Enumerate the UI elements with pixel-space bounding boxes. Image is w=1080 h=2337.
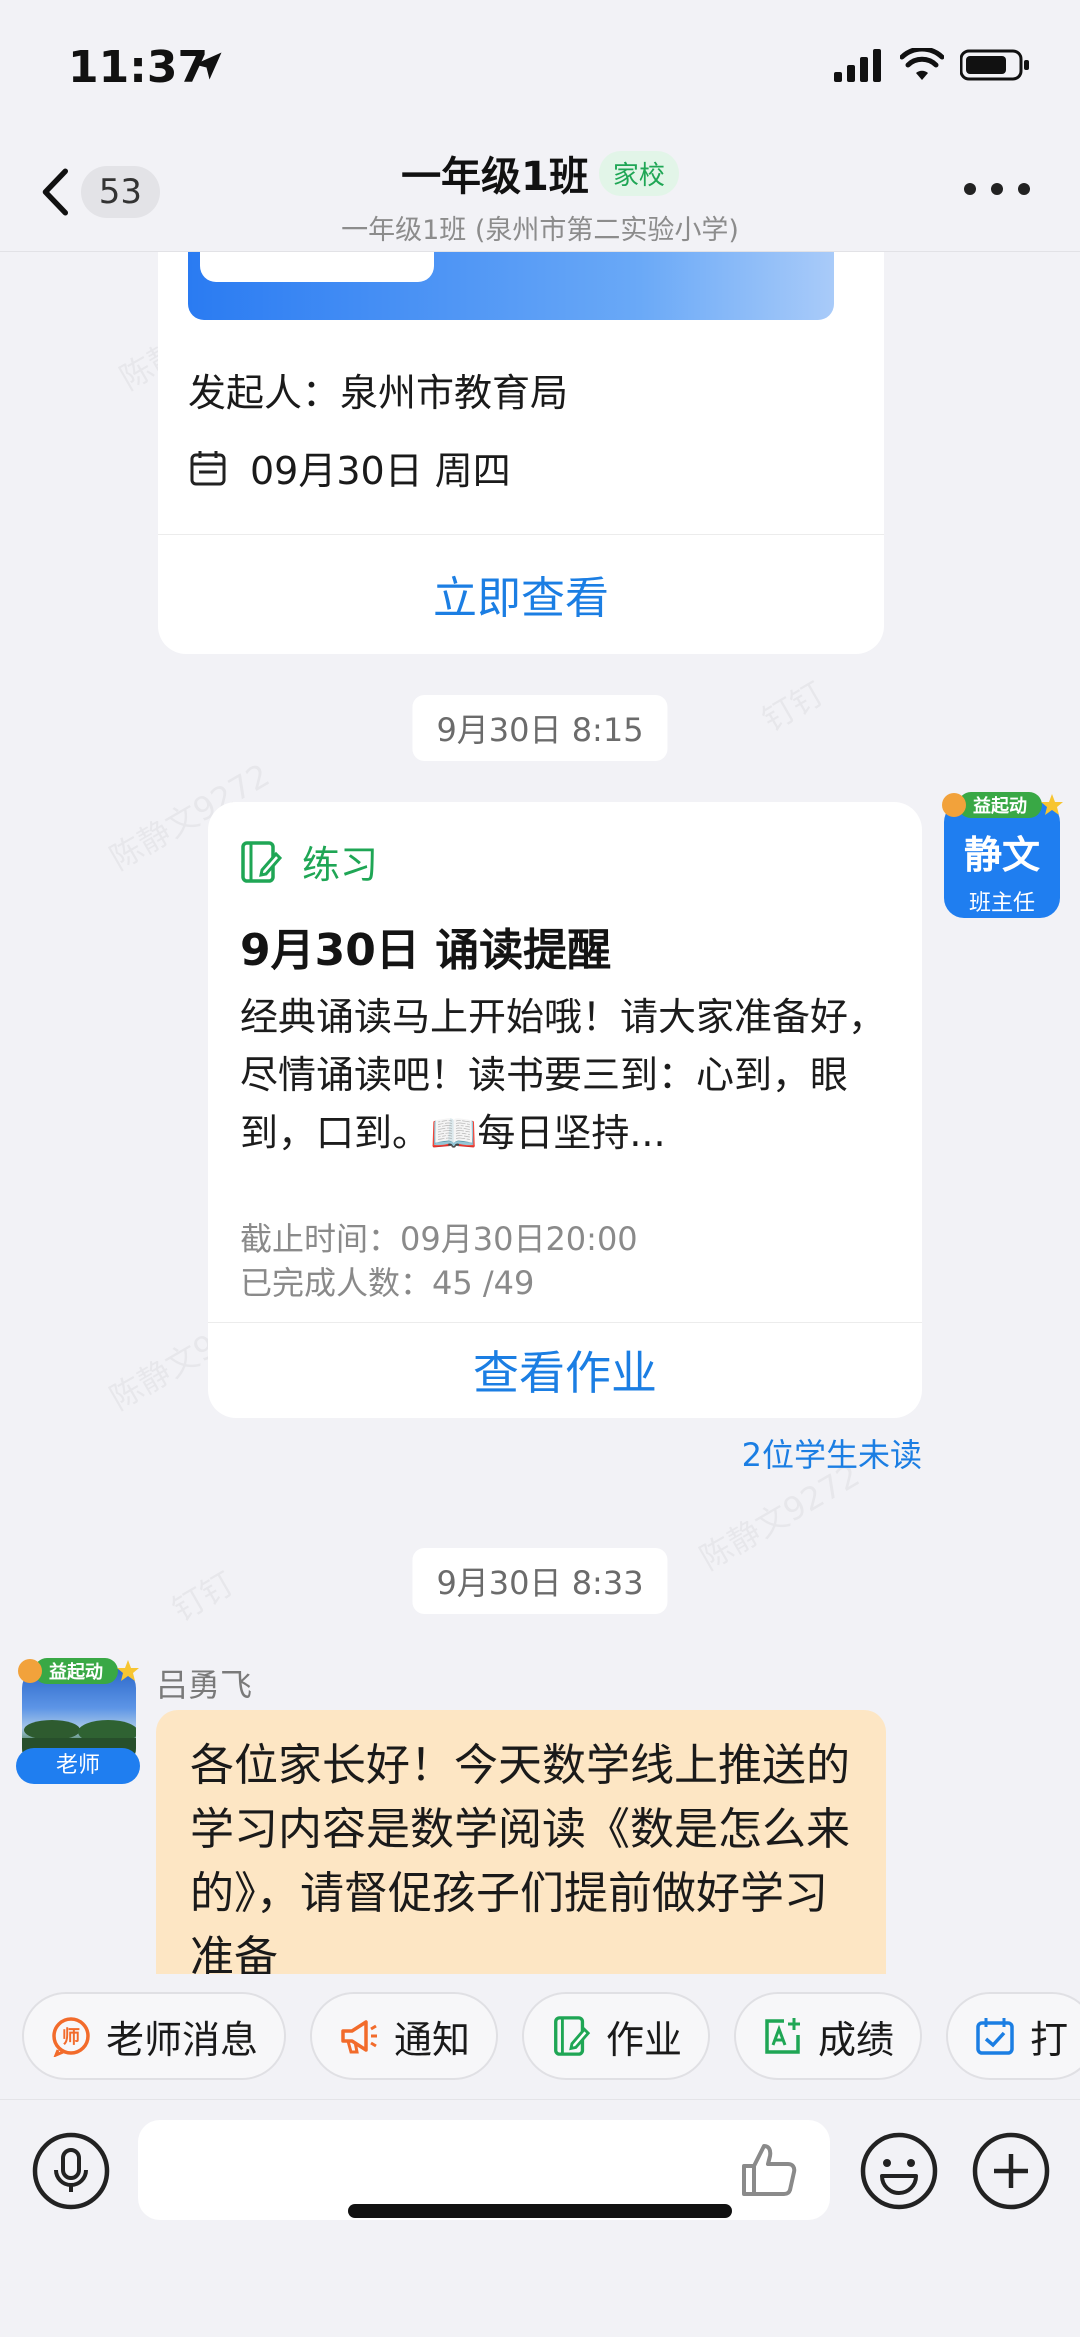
homework-type: 练习 [302, 843, 379, 887]
home-indicator [348, 2204, 732, 2218]
teacher-icon: 师 [52, 2017, 90, 2057]
battery-icon [960, 49, 1029, 81]
checkin-icon [976, 2018, 1014, 2055]
emoji-icon[interactable] [858, 2130, 940, 2212]
cellular-signal-icon [834, 49, 881, 82]
quick-action-checkin[interactable]: 打 [946, 1992, 1080, 2080]
megaphone-icon [341, 2020, 378, 2054]
charity-badge-icon: 益起动 [18, 1658, 139, 1684]
svg-text:益起动: 益起动 [973, 795, 1027, 817]
message-timestamp: 9月30日 8:33 [412, 1548, 668, 1614]
chat-messages[interactable]: 陈静文9272 陈静文9272 陈静文9272 钉钉 陈静文9272 陈静文92… [0, 252, 1080, 1974]
chat-header: 53 一年级1班 家校 一年级1班 (泉州市第二实验小学) [0, 130, 1080, 252]
quick-action-label: 通知 [394, 2017, 471, 2062]
activity-banner [188, 252, 834, 320]
message-input-bar [0, 2100, 1080, 2337]
quick-action-teacher-message[interactable]: 师 老师消息 [22, 1992, 287, 2080]
sender-avatar[interactable]: 益起动 老师 [14, 1652, 142, 1784]
chat-title-area[interactable]: 一年级1班 家校 一年级1班 (泉州市第二实验小学) [0, 144, 1080, 247]
homework-title: 9月30日 诵读提醒 [240, 925, 612, 976]
message-timestamp: 9月30日 8:15 [412, 695, 668, 761]
view-homework-button[interactable]: 查看作业 [208, 1322, 922, 1418]
microphone-icon[interactable] [30, 2130, 112, 2212]
chat-title: 一年级1班 [401, 154, 589, 200]
quick-action-label: 作业 [606, 2017, 683, 2062]
calendar-icon [190, 450, 226, 485]
activity-card[interactable]: 发起人：泉州市教育局 09月30日 周四 立即查看 [158, 252, 884, 654]
thumbs-up-icon[interactable] [738, 2138, 802, 2202]
quick-action-label: 打 [1030, 2017, 1069, 2062]
banner-label [200, 252, 434, 282]
homework-body: 经典诵读马上开始哦！请大家准备好，尽情诵读吧！读书要三到：心到，眼到，口到。📖每… [240, 995, 887, 1155]
quick-action-label: 成绩 [818, 2017, 895, 2062]
homework-icon [241, 840, 282, 883]
teacher-avatar[interactable]: 静文 班主任 益起动 [940, 792, 1064, 918]
status-icons [834, 48, 1030, 82]
activity-initiator: 发起人：泉州市教育局 [188, 371, 569, 415]
homework-completed-count: 已完成人数：45 /49 [240, 1264, 535, 1302]
status-bar: 11:37 [0, 0, 1080, 130]
plus-icon[interactable] [970, 2130, 1052, 2212]
more-options-button[interactable] [964, 174, 1030, 204]
quick-action-homework[interactable]: 作业 [522, 1992, 711, 2080]
wifi-icon [900, 48, 944, 80]
sender-name: 吕勇飞 [156, 1666, 253, 1704]
more-dot-icon [964, 183, 976, 195]
watermark: 钉钉 [163, 1559, 241, 1631]
unread-students-link[interactable]: 2位学生未读 [742, 1430, 922, 1476]
svg-text:益起动: 益起动 [49, 1661, 103, 1683]
location-arrow-icon [194, 52, 222, 80]
charity-badge-icon: 益起动 [942, 792, 1063, 818]
message-bubble[interactable]: 各位家长好！今天数学线上推送的学习内容是数学阅读《数是怎么来的》，请督促孩子们提… [156, 1710, 886, 1974]
view-now-button[interactable]: 立即查看 [158, 534, 884, 654]
avatar-role: 老师 [16, 1748, 140, 1784]
quick-action-grades[interactable]: 成绩 [734, 1992, 923, 2080]
svg-text:师: 师 [62, 2026, 80, 2048]
quick-action-bar[interactable]: 师 老师消息 通知 作业 成绩 打 [0, 1974, 1080, 2100]
quick-action-label: 老师消息 [106, 2017, 259, 2062]
group-type-tag: 家校 [598, 150, 679, 196]
more-dot-icon [1018, 183, 1030, 195]
chat-subtitle: 一年级1班 (泉州市第二实验小学) [341, 215, 739, 246]
status-time: 11:37 [68, 42, 209, 93]
activity-date: 09月30日 周四 [250, 449, 511, 493]
quick-action-notice[interactable]: 通知 [310, 1992, 499, 2080]
avatar-name: 静文 [963, 833, 1040, 877]
grade-icon [765, 2018, 801, 2054]
homework-card[interactable]: 练习 9月30日 诵读提醒 经典诵读马上开始哦！请大家准备好，尽情诵读吧！读书要… [208, 802, 922, 1418]
homework-deadline: 截止时间：09月30日20:00 [240, 1220, 638, 1258]
watermark: 钉钉 [753, 669, 831, 741]
avatar-role: 班主任 [968, 891, 1035, 916]
more-dot-icon [991, 183, 1003, 195]
homework-icon [554, 2016, 591, 2056]
